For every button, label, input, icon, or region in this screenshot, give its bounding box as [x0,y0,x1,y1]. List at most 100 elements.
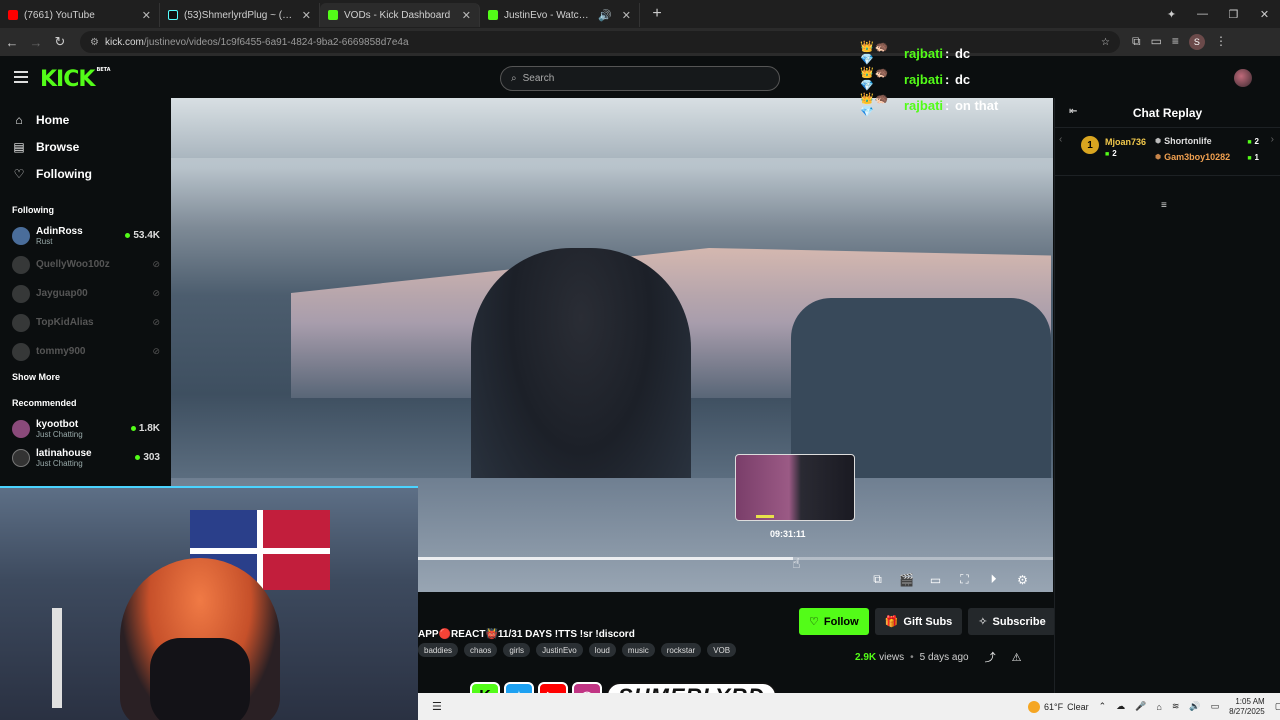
collapse-chat-icon[interactable]: ⇤ [1069,106,1077,117]
tag-chip[interactable]: music [621,643,655,657]
extensions-icon[interactable]: ⧉ [1132,34,1141,50]
subscribe-button[interactable]: ✧ Subscribe [968,608,1056,635]
browser-tab-justinevo-vod[interactable]: JustinEvo - Watch the VOD 🔊 ✕ [480,3,640,27]
cast-icon[interactable]: ▭ [1151,34,1162,50]
chevron-left-icon[interactable]: ‹ [1059,134,1062,145]
leader-name[interactable]: Mjoan736 [1105,137,1146,147]
share-icon[interactable]: ⤴ [985,649,996,665]
follow-button[interactable]: ♡ Follow [799,608,869,635]
tag-chip[interactable]: VOB [707,643,737,657]
report-warning-icon[interactable]: ⚠ [1012,651,1022,664]
close-tab-icon[interactable]: ✕ [622,9,631,22]
channel-avatar [12,255,30,274]
leaderboard-row[interactable]: ⬢ Shortonlife ■ 2 [1155,136,1259,146]
chevron-up-icon[interactable]: ⌃ [1099,701,1107,712]
sidebar-item-home[interactable]: ⌂ Home [0,106,170,133]
microphone-icon[interactable]: 🎤 [1135,701,1146,712]
settings-gear-icon[interactable]: ⚙ [1015,572,1030,587]
reading-list-icon[interactable]: ≡ [1172,34,1179,50]
speaker-icon[interactable]: 🔊 [598,9,612,22]
channel-item[interactable]: QuellyWoo100z ⊘ [0,250,170,279]
sidebar-item-browse[interactable]: ▤ Browse [0,133,170,160]
streamer-mask [150,638,250,720]
chat-badges: 👑🦔💎 [860,67,890,92]
close-window-icon[interactable]: ✕ [1249,0,1280,28]
gemini-icon[interactable]: ✦ [1156,0,1187,28]
tag-chip[interactable]: chaos [464,643,498,657]
hamburger-menu-icon[interactable] [14,71,28,86]
cloud-icon[interactable]: ☁ [1116,701,1125,712]
channel-item[interactable]: AdinRoss Rust 53.4K [0,221,170,250]
leader-name: Gam3boy10282 [1164,152,1231,162]
channel-item[interactable]: TopKidAlias ⊘ [0,308,170,337]
viewer-count-value: 1.8K [138,423,160,434]
channel-avatar [12,313,30,332]
tag-chip[interactable]: rockstar [660,643,702,657]
heart-icon: ♡ [13,166,25,181]
fullscreen-icon[interactable]: ⛶ [957,572,972,587]
weather-widget[interactable]: 61°F Clear [1028,700,1089,713]
tag-chip[interactable]: loud [588,643,616,657]
sidebar-item-following[interactable]: ♡ Following [0,160,170,187]
chevron-right-icon[interactable]: › [1271,134,1274,145]
system-tray: 61°F Clear ⌃ ☁ 🎤 ⌂ ≋ 🔊 ▭ 1:05 AM 8/27/20… [1028,693,1280,720]
search-input[interactable]: ⌕ Search [500,66,780,91]
tag-chip[interactable]: girls [503,643,531,657]
app-icon[interactable]: ☰ [432,700,442,713]
channel-avatar [12,226,30,245]
browser-tab-tiktok[interactable]: (53)ShmerlyrdPlug ~ (@shmerl ✕ [160,3,320,27]
site-info-icon[interactable]: ⚙ [90,37,99,48]
search-icon: ⌕ [511,73,517,84]
youtube-favicon-icon [8,10,18,20]
miniplayer-icon[interactable]: ⧉ [870,572,885,587]
mic-stand [52,608,62,708]
offline-icon: ⊘ [152,317,160,327]
notification-icon[interactable]: ▢ [1275,701,1280,712]
lock-icon[interactable]: ⌂ [1156,702,1161,712]
menu-kebab-icon[interactable]: ⋮ [1215,34,1227,50]
tag-chip[interactable]: JustinEvo [536,643,583,657]
theater-mode-icon[interactable]: ▭ [928,572,943,587]
chat-username: rajbati [904,97,944,113]
playback-speed-icon[interactable]: ⏵ [986,572,1001,587]
battery-icon[interactable]: ▭ [1211,701,1220,712]
gift-subs-button[interactable]: 🎁 Gift Subs [874,608,963,635]
logo-text: KICK [40,67,95,92]
video-progress-bar[interactable] [418,557,1053,560]
channel-item[interactable]: Jayguap00 ⊘ [0,279,170,308]
leaderboard-row[interactable]: ⬢ Gam3boy10282 ■ 1 [1155,152,1259,162]
channel-category: Just Chatting [36,458,83,468]
close-tab-icon[interactable]: ✕ [142,9,151,22]
rank-badge-icon: ⬢ [1155,138,1162,145]
user-avatar[interactable] [1234,69,1252,87]
show-more-button[interactable]: Show More [0,372,170,382]
tag-chip[interactable]: baddies [418,643,459,657]
profile-avatar[interactable]: S [1188,34,1205,50]
forward-icon[interactable]: → [24,35,48,50]
new-tab-button[interactable]: + [646,3,668,25]
close-tab-icon[interactable]: ✕ [462,9,471,22]
video-title: APP🔴REACT👹11/31 DAYS !TTS !sr !discord [418,629,635,640]
clock[interactable]: 1:05 AM 8/27/2025 [1229,697,1265,717]
expand-leaderboard-icon[interactable]: ≡ [1161,200,1167,211]
sidebar-item-label: Home [36,112,70,127]
channel-item[interactable]: latinahouse Just Chatting 303 [0,443,170,472]
channel-item[interactable]: tommy900 ⊘ [0,337,170,366]
sidebar-item-label: Following [36,166,92,181]
wifi-icon[interactable]: ≋ [1172,701,1180,712]
gift-gem-icon: ■ [1247,154,1252,162]
back-icon[interactable]: ← [0,35,24,50]
browser-tab-youtube[interactable]: (7661) YouTube ✕ [0,3,160,27]
kick-logo[interactable]: KICK BETA [40,67,111,92]
tab-title: (7661) YouTube [24,9,95,21]
recommended-section-title: Recommended [12,398,77,408]
channel-item[interactable]: kyootbot Just Chatting 1.8K [0,414,170,443]
bookmark-star-icon[interactable]: ☆ [1101,37,1110,48]
browser-tab-kick-dashboard[interactable]: VODs - Kick Dashboard ✕ [320,3,480,27]
close-tab-icon[interactable]: ✕ [302,9,311,22]
clip-icon[interactable]: 🎬 [899,572,914,587]
reload-icon[interactable]: ↻ [48,34,72,50]
minimize-icon[interactable]: — [1187,0,1218,28]
restore-icon[interactable]: ❐ [1218,0,1249,28]
volume-icon[interactable]: 🔊 [1189,701,1200,712]
